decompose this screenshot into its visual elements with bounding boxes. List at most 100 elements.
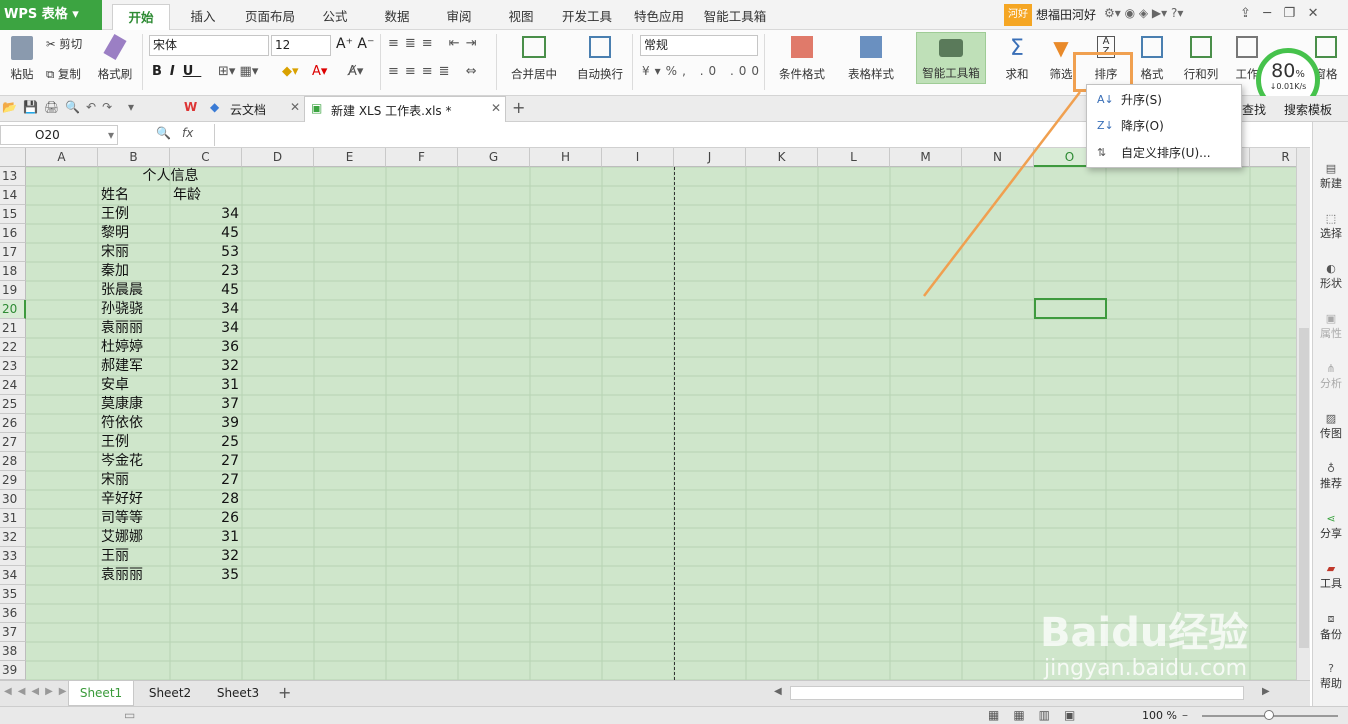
panel-properties[interactable]: ▣ 属性 (1313, 312, 1348, 341)
column-header-l[interactable]: L (818, 148, 890, 167)
scroll-left-icon[interactable]: ◀ (774, 686, 782, 697)
clear-icon[interactable]: A̸▾ (348, 64, 363, 79)
tab-smart-toolbox[interactable]: 智能工具箱 (700, 4, 770, 30)
find-label[interactable]: 查找 (1242, 101, 1266, 118)
active-cell-o20[interactable] (1034, 298, 1107, 319)
panel-shape[interactable]: ◐ 形状 (1313, 262, 1348, 291)
tab-home[interactable]: 开始 (112, 4, 170, 30)
zoom-formula-icon[interactable]: 🔍 (156, 126, 171, 140)
cell-age[interactable]: 45 (170, 281, 242, 300)
row-header-37[interactable]: 37 (0, 623, 26, 642)
cloud-doc-tab[interactable]: 云文档 (230, 101, 266, 118)
tab-special[interactable]: 特色应用 (628, 4, 690, 30)
cell-name[interactable]: 辛好好 (101, 490, 143, 509)
view-mode-icons[interactable]: ▦▦▥▣ (988, 708, 1089, 722)
cell-name[interactable]: 张晨晨 (101, 281, 143, 300)
column-header-g[interactable]: G (458, 148, 530, 167)
column-header-j[interactable]: J (674, 148, 746, 167)
merge-center-button[interactable]: 合并居中 (504, 36, 564, 82)
cell-name[interactable]: 王丽 (101, 547, 129, 566)
app-logo[interactable]: WPS 表格 ▾ (0, 0, 102, 30)
conditional-format-button[interactable]: 条件格式 (770, 36, 834, 82)
row-header-16[interactable]: 16 (0, 224, 26, 243)
row-header-21[interactable]: 21 (0, 319, 26, 338)
cell-name[interactable]: 司等等 (101, 509, 143, 528)
panel-select[interactable]: ⬚ 选择 (1313, 212, 1348, 241)
scroll-right-icon[interactable]: ▶ (1262, 686, 1270, 697)
close-icon[interactable]: ✕ (491, 101, 501, 115)
tab-formulas[interactable]: 公式 (312, 4, 358, 30)
table-style-button[interactable]: 表格样式 (840, 36, 902, 82)
cell-name[interactable]: 王例 (101, 205, 129, 224)
sum-button[interactable]: Σ 求和 (1000, 36, 1034, 82)
number-format-icons[interactable]: ¥▾%‚ .0 .00 (642, 64, 764, 78)
row-header-27[interactable]: 27 (0, 433, 26, 452)
row-header-33[interactable]: 33 (0, 547, 26, 566)
row-header-39[interactable]: 39 (0, 661, 26, 680)
font-size-select[interactable]: 12 (271, 35, 331, 56)
cell-name[interactable]: 袁丽丽 (101, 319, 143, 338)
tab-insert[interactable]: 插入 (178, 4, 228, 30)
cell-name[interactable]: 符依依 (101, 414, 143, 433)
new-tab-icon[interactable]: + (512, 98, 525, 117)
header-age-cell[interactable]: 年龄 (173, 186, 201, 205)
name-box[interactable]: O20 ▾ (0, 125, 118, 145)
row-header-20[interactable]: 20 (0, 300, 26, 319)
cut-button[interactable]: ✂ 剪切 (46, 36, 82, 52)
vertical-scrollbar[interactable] (1296, 148, 1310, 680)
panel-share[interactable]: ⋖ 分享 (1313, 512, 1348, 541)
cell-age[interactable]: 45 (170, 224, 242, 243)
cell-age[interactable]: 53 (170, 243, 242, 262)
column-header-e[interactable]: E (314, 148, 386, 167)
row-header-13[interactable]: 13 (0, 167, 26, 186)
cell-age[interactable]: 31 (170, 528, 242, 547)
cell-age[interactable]: 28 (170, 490, 242, 509)
cell-age[interactable]: 36 (170, 338, 242, 357)
add-sheet-icon[interactable]: + (278, 683, 291, 702)
cell-age[interactable]: 32 (170, 357, 242, 376)
panel-analysis[interactable]: ⋔ 分析 (1313, 362, 1348, 391)
panel-new[interactable]: ▤ 新建 (1313, 162, 1348, 191)
zoom-out-icon[interactable]: – (1182, 708, 1188, 722)
menu-item-custom-sort[interactable]: ⇅ 自定义排序(U)... (1087, 140, 1241, 166)
header-name-cell[interactable]: 姓名 (101, 186, 129, 205)
sheet-tab-sheet1[interactable]: Sheet1 (68, 681, 134, 706)
column-header-a[interactable]: A (26, 148, 98, 167)
cell-name[interactable]: 秦加 (101, 262, 129, 281)
row-header-36[interactable]: 36 (0, 604, 26, 623)
cell-age[interactable]: 31 (170, 376, 242, 395)
cell-name[interactable]: 郝建军 (101, 357, 143, 376)
column-header-d[interactable]: D (242, 148, 314, 167)
column-header-c[interactable]: C (170, 148, 242, 167)
cell-name[interactable]: 袁丽丽 (101, 566, 143, 585)
row-header-14[interactable]: 14 (0, 186, 26, 205)
cell-name[interactable]: 黎明 (101, 224, 129, 243)
cell-name[interactable]: 岑金花 (101, 452, 143, 471)
align-horizontal-icons[interactable]: ≡≡≡≣ ⇔ (388, 64, 483, 79)
column-header-h[interactable]: H (530, 148, 602, 167)
rows-cols-button[interactable]: 行和列 (1178, 36, 1224, 82)
row-header-23[interactable]: 23 (0, 357, 26, 376)
cell-name[interactable]: 安卓 (101, 376, 129, 395)
user-avatar[interactable]: 河好 (1004, 4, 1032, 26)
horizontal-scrollbar[interactable] (790, 686, 1244, 700)
row-header-28[interactable]: 28 (0, 452, 26, 471)
cell-age[interactable]: 34 (170, 205, 242, 224)
row-header-29[interactable]: 29 (0, 471, 26, 490)
cell-name[interactable]: 孙骁骁 (101, 300, 143, 319)
panel-recommend[interactable]: ♁ 推荐 (1313, 462, 1348, 491)
panel-share-image[interactable]: ▨ 传图 (1313, 412, 1348, 441)
close-icon[interactable]: ✕ (290, 100, 300, 114)
cell-age[interactable]: 23 (170, 262, 242, 281)
sheet-tab-sheet2[interactable]: Sheet2 (138, 681, 202, 706)
zoom-level[interactable]: 100 % (1142, 709, 1177, 722)
wrap-text-button[interactable]: 自动换行 (574, 36, 626, 82)
sheet-title-cell[interactable]: 个人信息 (99, 167, 242, 186)
format-painter-button[interactable]: 格式刷 (96, 33, 134, 82)
cell-age[interactable]: 34 (170, 319, 242, 338)
cell-name[interactable]: 莫康康 (101, 395, 143, 414)
row-header-15[interactable]: 15 (0, 205, 26, 224)
quick-access-icons[interactable]: 📂💾🖨🔍↶↷ ▾ (2, 100, 140, 114)
cell-age[interactable]: 26 (170, 509, 242, 528)
row-header-17[interactable]: 17 (0, 243, 26, 262)
